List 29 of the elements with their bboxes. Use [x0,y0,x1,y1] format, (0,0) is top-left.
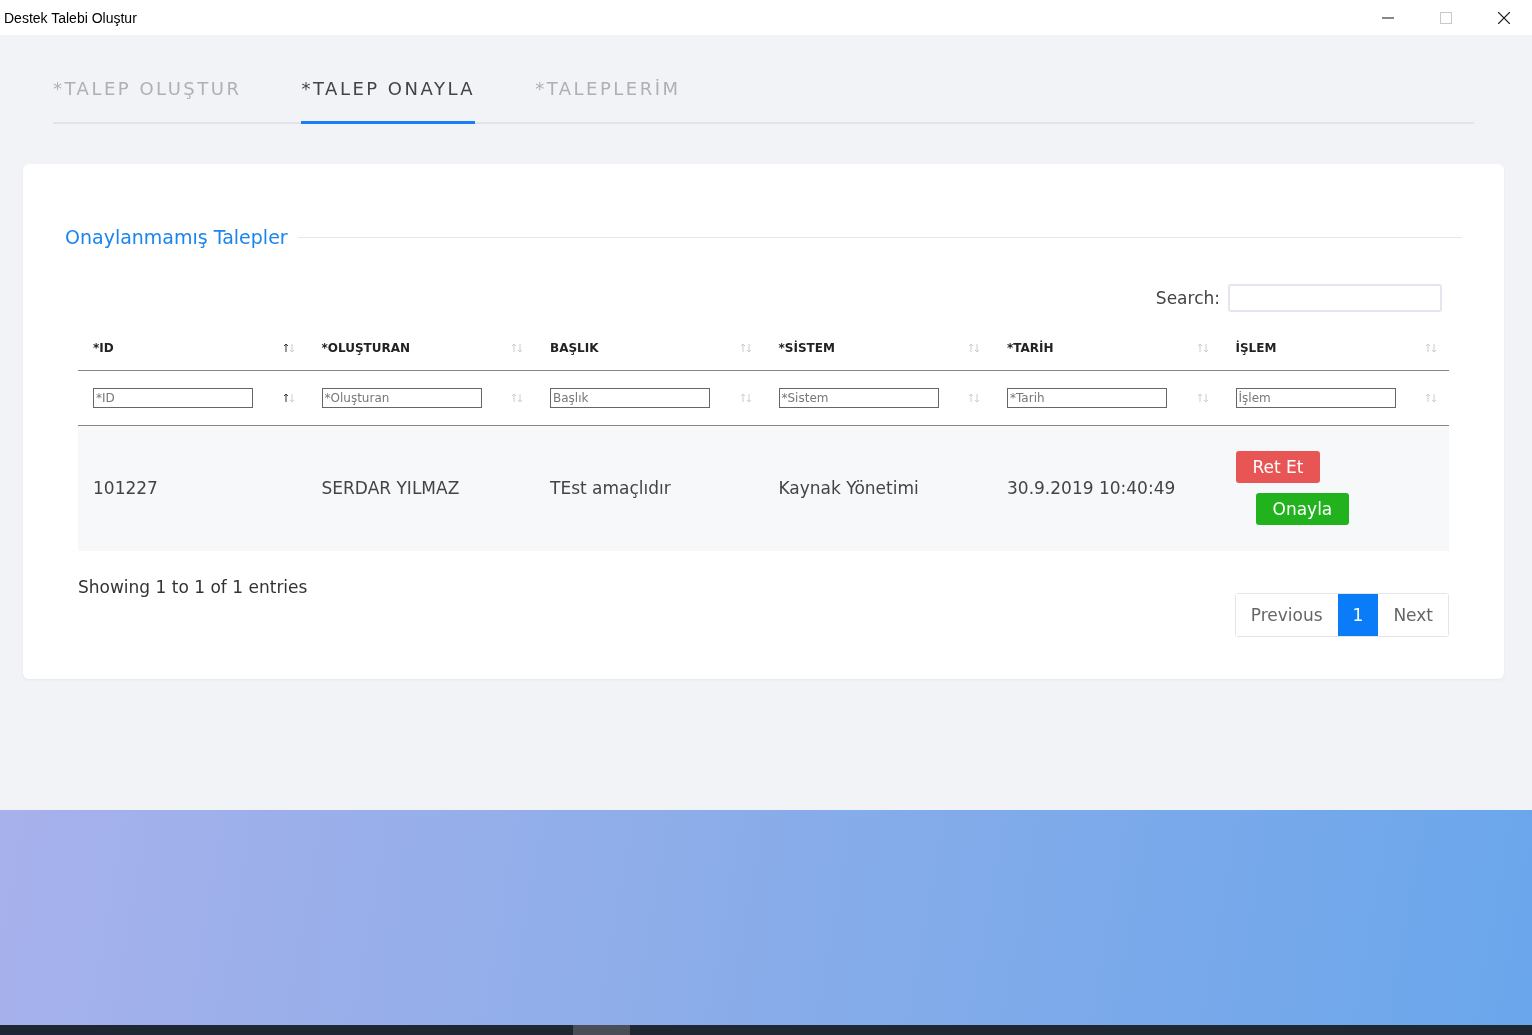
sort-icon[interactable] [282,393,295,403]
filter-field[interactable]: İşlem [1235,388,1396,408]
sort-icon[interactable] [282,343,295,353]
search-label: Search: [1155,288,1220,308]
column-header[interactable]: İŞLEM [1235,341,1277,355]
column-header[interactable]: *ID [93,341,114,355]
filter-field[interactable]: *Oluşturan [321,388,482,408]
table-cell: SERDAR YILMAZ [321,478,460,499]
filter-field[interactable]: *Sistem [778,388,939,408]
entries-info: Showing 1 to 1 of 1 entries [78,576,308,597]
table-cell: Kaynak Yönetimi [778,478,919,499]
filter-field[interactable]: Başlık [550,388,710,408]
table-cell: TEst amaçlıdır [550,478,671,499]
reject-button[interactable]: Ret Et [1235,451,1321,484]
filter-field[interactable]: *Tarih [1007,388,1167,408]
filter-field[interactable]: *ID [93,388,253,408]
page-button[interactable]: 1 [1337,593,1379,636]
column-header[interactable]: *TARİH [1007,341,1054,355]
column-header[interactable]: *SİSTEM [778,341,835,355]
column-header[interactable]: *OLUŞTURAN [321,341,411,355]
tab[interactable]: *TALEP ONAYLA [301,78,476,124]
window-title: Destek Talebi Oluştur [4,9,137,26]
close-icon[interactable] [1498,11,1510,24]
column-header[interactable]: BAŞLIK [550,341,599,355]
taskbar-item[interactable] [573,1025,630,1035]
table-cell: 30.9.2019 10:40:49 [1007,478,1176,499]
section-title: Onaylanmamış Talepler [65,226,288,248]
search-field[interactable] [1228,284,1442,312]
table-cell: 101227 [93,478,158,499]
